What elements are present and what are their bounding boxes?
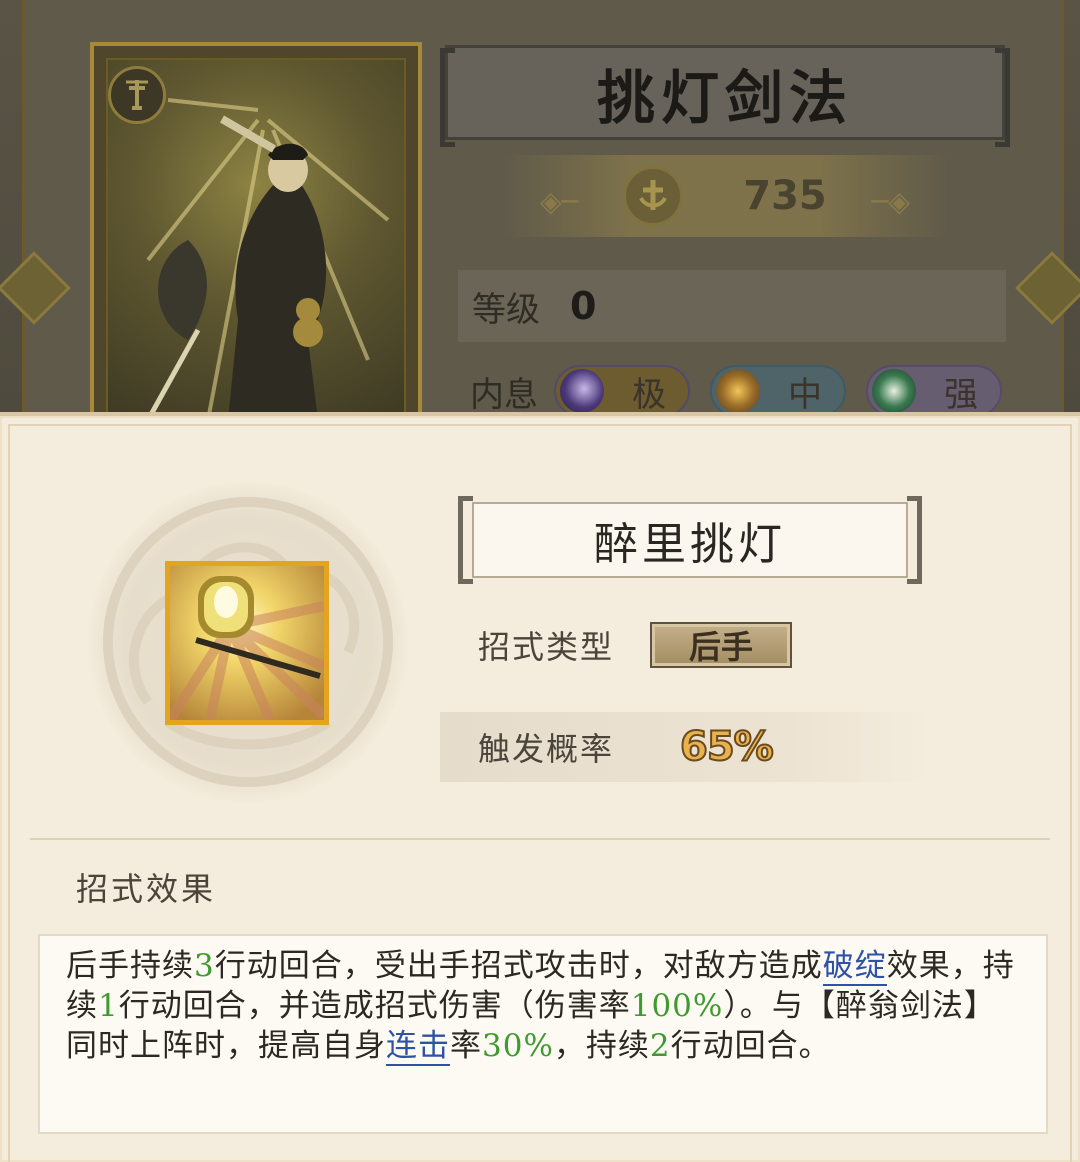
- jade-orb-icon: [872, 369, 916, 413]
- skill-type-label: 招式类型: [478, 628, 615, 666]
- trigger-rate-row: 触发概率 65%: [440, 712, 936, 782]
- effect-description-box: 后手持续3行动回合，受出手招式攻击时，对敌方造成破绽效果，持续1行动回合，并造成…: [38, 934, 1048, 1134]
- ornament-left-icon: ◈─: [540, 185, 579, 218]
- card-title: 挑灯剑法: [596, 63, 853, 132]
- skill-type-badge: 后手: [650, 622, 793, 668]
- bracket-right: [995, 48, 1010, 147]
- level-label: 等级: [472, 289, 540, 330]
- skill-name: 醉里挑灯: [594, 519, 786, 570]
- skill-type-row: 招式类型 后手: [478, 622, 793, 668]
- character-card: [90, 42, 422, 422]
- ornament-right-icon: ─◈: [871, 185, 910, 218]
- section-divider: [30, 838, 1050, 840]
- card-title-box: 挑灯剑法: [440, 45, 1010, 147]
- keyword-link-pozhan[interactable]: 破绽: [822, 948, 887, 986]
- inner-tag-ji: 极: [554, 365, 690, 417]
- inner-breath-label: 内息: [470, 374, 538, 415]
- inner-tag-qiang: 强: [866, 365, 1002, 417]
- lantern-skill-icon: [165, 561, 329, 725]
- bracket-right: [907, 496, 922, 584]
- trigger-rate-label: 触发概率: [478, 730, 615, 768]
- effect-description: 后手持续3行动回合，受出手招式攻击时，对敌方造成破绽效果，持续1行动回合，并造成…: [66, 948, 1015, 1066]
- inner-tag-zhong: 中: [710, 365, 846, 417]
- power-emblem-icon: [623, 166, 684, 226]
- level-value: 0: [570, 284, 597, 328]
- skill-detail-panel: 醉里挑灯 招式类型 后手 触发概率 65% 招式效果 后手持续3行动回合，受出手…: [0, 412, 1080, 1162]
- effect-title: 招式效果: [76, 870, 217, 908]
- keyword-link-lianji[interactable]: 连击: [386, 1028, 450, 1066]
- bracket-left: [458, 496, 473, 584]
- power-value: 735: [743, 173, 827, 219]
- trigger-rate-value: 65%: [679, 723, 775, 771]
- sword-emblem-icon: [108, 66, 166, 124]
- moon-orb-icon: [560, 369, 604, 413]
- level-row: 等级 0: [458, 270, 1006, 342]
- skill-name-box: 醉里挑灯: [458, 496, 922, 584]
- sun-orb-icon: [716, 369, 760, 413]
- skill-name-plate: 醉里挑灯: [472, 502, 908, 578]
- card-detail-background: 挑灯剑法 ◈─ 735 ─◈ 等级 0 内息 极 中 强: [0, 0, 1080, 422]
- power-row: ◈─ 735 ─◈: [500, 155, 950, 237]
- bracket-left: [440, 48, 455, 147]
